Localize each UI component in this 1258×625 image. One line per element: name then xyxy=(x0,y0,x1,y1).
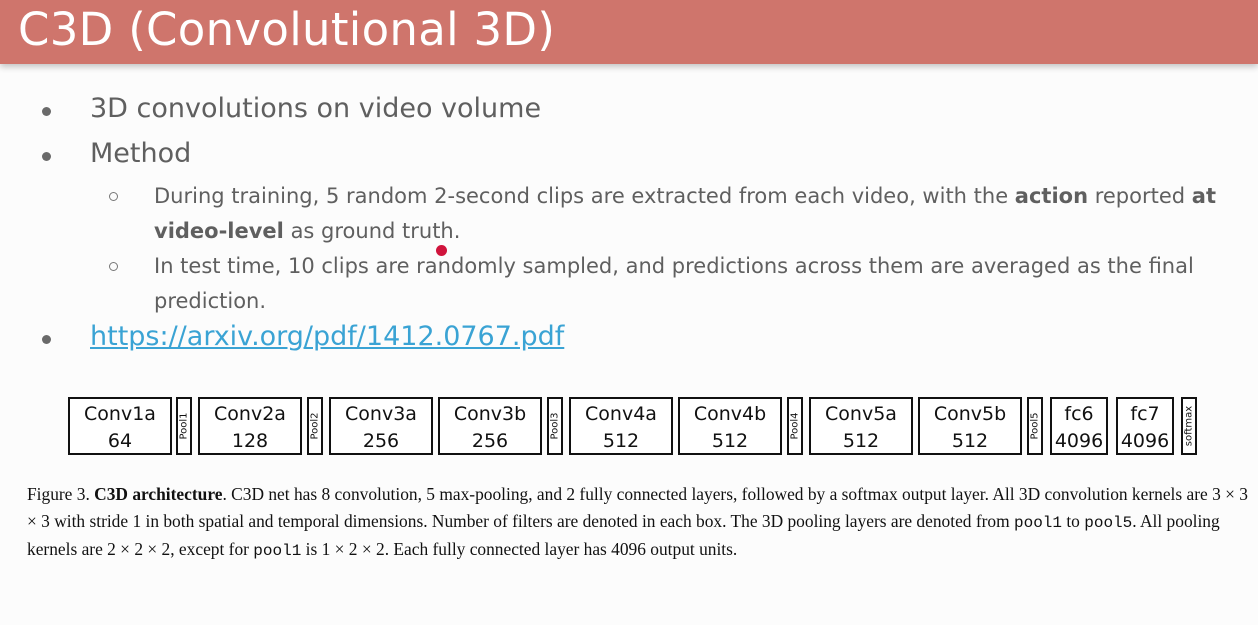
bullet-link-row: https://arxiv.org/pdf/1412.0767.pdf xyxy=(90,321,564,352)
pool-label: Pool4 xyxy=(789,412,801,440)
paper-link[interactable]: https://arxiv.org/pdf/1412.0767.pdf xyxy=(90,321,564,352)
layer-filters: 4096 xyxy=(1054,430,1104,452)
layer-box-conv2a: Conv2a 128 xyxy=(198,397,302,455)
sub-bullet-test-time: In test time, 10 clips are randomly samp… xyxy=(154,254,1194,313)
pool-label: Pool5 xyxy=(1029,412,1041,440)
pool-layer-pool1: Pool1 xyxy=(176,397,192,455)
bullet-dot xyxy=(42,107,51,116)
pool-label: softmax xyxy=(1183,405,1195,447)
sub-bullet-ring xyxy=(109,262,118,271)
slide-title: C3D (Convolutional 3D) xyxy=(18,3,556,56)
laser-pointer xyxy=(436,245,447,256)
pool-layer-pool5: Pool5 xyxy=(1027,397,1043,455)
layer-filters: 64 xyxy=(107,430,133,452)
layer-name: Conv3b xyxy=(453,403,527,425)
pool-layer-pool3: Pool3 xyxy=(547,397,563,455)
layer-name: fc6 xyxy=(1064,403,1094,425)
layer-name: Conv5b xyxy=(933,403,1007,425)
bullet-dot xyxy=(42,152,51,161)
layer-box-conv5a: Conv5a 512 xyxy=(809,397,913,455)
bullet-method: Method xyxy=(90,138,192,169)
pool-layer-softmax: softmax xyxy=(1181,397,1197,455)
layer-name: Conv4a xyxy=(585,403,657,425)
layer-box-conv4a: Conv4a 512 xyxy=(569,397,673,455)
layer-name: fc7 xyxy=(1130,403,1160,425)
bullet-dot xyxy=(42,335,51,344)
layer-filters: 512 xyxy=(602,430,640,452)
layer-name: Conv2a xyxy=(214,403,286,425)
architecture-diagram: Conv1a 64 Pool1 Conv2a 128 Pool2 Conv3a 256 Conv… xyxy=(0,397,1258,459)
sub-bullet-ring xyxy=(109,192,118,201)
layer-box-conv3b: Conv3b 256 xyxy=(438,397,542,455)
layer-name: Conv1a xyxy=(84,403,156,425)
sub-bullet-training: During training, 5 random 2-second clips… xyxy=(154,184,1216,243)
title-bar: C3D (Convolutional 3D) xyxy=(0,0,1258,64)
layer-filters: 512 xyxy=(951,430,989,452)
layer-filters: 512 xyxy=(842,430,880,452)
pool-layer-pool2: Pool2 xyxy=(307,397,323,455)
pool-label: Pool2 xyxy=(309,412,321,440)
layer-filters: 256 xyxy=(362,430,400,452)
layer-box-conv4b: Conv4b 512 xyxy=(678,397,782,455)
layer-filters: 128 xyxy=(231,430,269,452)
layer-filters: 512 xyxy=(711,430,749,452)
figure-caption: Figure 3. C3D architecture. C3D net has … xyxy=(27,484,1248,560)
layer-name: Conv3a xyxy=(345,403,417,425)
layer-box-fc7: fc7 4096 xyxy=(1116,397,1174,455)
pool-label: Pool3 xyxy=(549,412,561,440)
layer-filters: 4096 xyxy=(1120,430,1170,452)
layer-box-conv3a: Conv3a 256 xyxy=(329,397,433,455)
layer-name: Conv4b xyxy=(693,403,767,425)
layer-box-fc6: fc6 4096 xyxy=(1050,397,1108,455)
pool-layer-pool4: Pool4 xyxy=(787,397,803,455)
pool-label: Pool1 xyxy=(178,412,190,440)
layer-name: Conv5a xyxy=(825,403,897,425)
layer-box-conv1a: Conv1a 64 xyxy=(68,397,172,455)
layer-box-conv5b: Conv5b 512 xyxy=(918,397,1022,455)
layer-filters: 256 xyxy=(471,430,509,452)
bullet-3d-convolutions: 3D convolutions on video volume xyxy=(90,93,542,124)
